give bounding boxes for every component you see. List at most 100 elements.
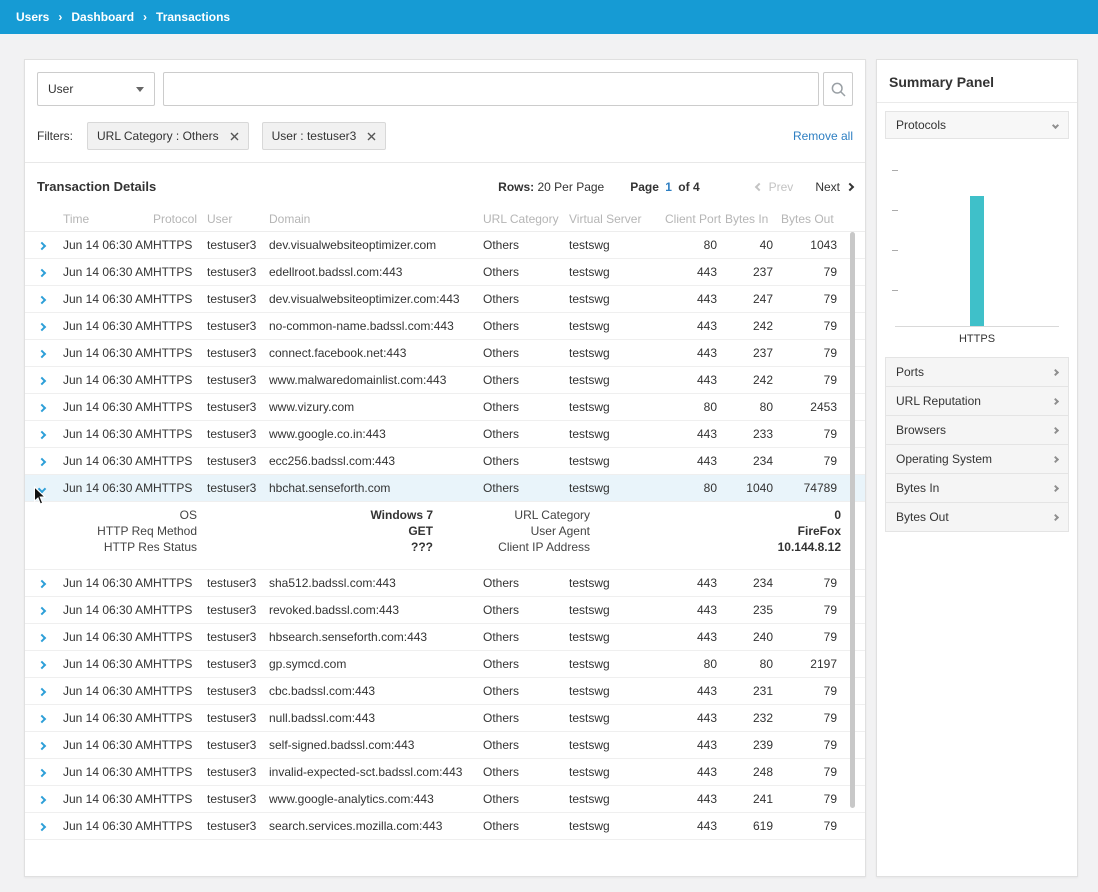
expander-cell [37, 238, 63, 252]
expand-chevron-icon[interactable] [38, 377, 46, 385]
table-row[interactable]: Jun 14 06:30 AM HTTPS testuser3 cbc.bads… [25, 678, 865, 705]
expand-chevron-icon[interactable] [38, 404, 46, 412]
table-row[interactable]: Jun 14 06:30 AM HTTPS testuser3 www.malw… [25, 367, 865, 394]
cell-time: Jun 14 06:30 AM [63, 292, 153, 306]
accordion-section[interactable]: Bytes In [886, 474, 1068, 503]
expand-chevron-icon[interactable] [38, 458, 46, 466]
cell-user: testuser3 [207, 603, 269, 617]
breadcrumb-item-dashboard[interactable]: Dashboard [71, 10, 134, 24]
table-row[interactable]: Jun 14 06:30 AM HTTPS testuser3 hbsearch… [25, 624, 865, 651]
cell-bytes-out: 79 [781, 765, 845, 779]
table-row[interactable]: Jun 14 06:30 AM HTTPS testuser3 search.s… [25, 813, 865, 840]
search-field-selector[interactable]: User [37, 72, 155, 106]
remove-filter-button[interactable] [367, 132, 376, 141]
expand-chevron-icon[interactable] [38, 715, 46, 723]
expand-chevron-icon[interactable] [38, 485, 46, 493]
table-row[interactable]: Jun 14 06:30 AM HTTPS testuser3 ecc256.b… [25, 448, 865, 475]
next-page-button[interactable]: Next [815, 180, 853, 194]
cell-time: Jun 14 06:30 AM [63, 576, 153, 590]
table-row[interactable]: Jun 14 06:30 AM HTTPS testuser3 null.bad… [25, 705, 865, 732]
expander-cell [37, 738, 63, 752]
cell-bytes-in: 240 [725, 630, 781, 644]
breadcrumb-item-transactions[interactable]: Transactions [156, 10, 230, 24]
cell-user: testuser3 [207, 292, 269, 306]
breadcrumb-item-users[interactable]: Users [16, 10, 49, 24]
table-row[interactable]: Jun 14 06:30 AM HTTPS testuser3 dev.visu… [25, 286, 865, 313]
expand-chevron-icon[interactable] [38, 242, 46, 250]
cell-user: testuser3 [207, 481, 269, 495]
expand-chevron-icon[interactable] [38, 350, 46, 358]
table-row[interactable]: Jun 14 06:30 AM HTTPS testuser3 invalid-… [25, 759, 865, 786]
column-protocol: Protocol [153, 212, 207, 226]
cell-client-port: 80 [665, 238, 725, 252]
accordion-section[interactable]: Browsers [886, 416, 1068, 445]
table-row[interactable]: Jun 14 06:30 AM HTTPS testuser3 gp.symcd… [25, 651, 865, 678]
chevron-right-icon [846, 182, 854, 190]
cell-virtual-server: testswg [569, 238, 665, 252]
table-row[interactable]: Jun 14 06:30 AM HTTPS testuser3 hbchat.s… [25, 475, 865, 502]
table-row[interactable]: Jun 14 06:30 AM HTTPS testuser3 dev.visu… [25, 232, 865, 259]
table-row[interactable]: Jun 14 06:30 AM HTTPS testuser3 no-commo… [25, 313, 865, 340]
protocols-bar[interactable] [970, 196, 984, 326]
column-time: Time [63, 212, 153, 226]
page-label: Page [630, 180, 659, 194]
cell-user: testuser3 [207, 792, 269, 806]
table-row[interactable]: Jun 14 06:30 AM HTTPS testuser3 sha512.b… [25, 570, 865, 597]
filters-bar: Filters: URL Category : Others User : te… [25, 114, 865, 163]
expand-chevron-icon[interactable] [38, 796, 46, 804]
expand-chevron-icon[interactable] [38, 769, 46, 777]
accordion-section[interactable]: Operating System [886, 445, 1068, 474]
accordion-section[interactable]: Ports [886, 358, 1068, 387]
search-button[interactable] [823, 72, 853, 106]
expand-chevron-icon[interactable] [38, 323, 46, 331]
cell-bytes-out: 1043 [781, 238, 845, 252]
expander-cell [37, 657, 63, 671]
y-axis-tick [892, 290, 898, 291]
vertical-scrollbar[interactable] [850, 232, 855, 808]
expand-chevron-icon[interactable] [38, 431, 46, 439]
expander-cell [37, 481, 63, 495]
accordion-protocols[interactable]: Protocols [885, 111, 1069, 139]
cell-virtual-server: testswg [569, 819, 665, 833]
expand-chevron-icon[interactable] [38, 742, 46, 750]
cell-domain: invalid-expected-sct.badssl.com:443 [269, 765, 483, 779]
cell-url-category: Others [483, 630, 569, 644]
cell-bytes-out: 2197 [781, 657, 845, 671]
table-row[interactable]: Jun 14 06:30 AM HTTPS testuser3 edellroo… [25, 259, 865, 286]
expand-chevron-icon[interactable] [38, 269, 46, 277]
prev-page-button[interactable]: Prev [756, 180, 794, 194]
accordion-section[interactable]: Bytes Out [886, 503, 1068, 532]
search-input[interactable] [163, 72, 819, 106]
rows-per-page[interactable]: Rows: 20 Per Page [498, 180, 604, 194]
expand-chevron-icon[interactable] [38, 634, 46, 642]
expand-chevron-icon[interactable] [38, 823, 46, 831]
cell-time: Jun 14 06:30 AM [63, 603, 153, 617]
table-row[interactable]: Jun 14 06:30 AM HTTPS testuser3 revoked.… [25, 597, 865, 624]
cell-url-category: Others [483, 603, 569, 617]
expander-cell [37, 400, 63, 414]
accordion-section-label: URL Reputation [896, 394, 981, 408]
cell-protocol: HTTPS [153, 454, 207, 468]
remove-all-filters-link[interactable]: Remove all [793, 129, 853, 143]
expand-chevron-icon[interactable] [38, 296, 46, 304]
expand-chevron-icon[interactable] [38, 580, 46, 588]
table-row[interactable]: Jun 14 06:30 AM HTTPS testuser3 www.vizu… [25, 394, 865, 421]
cell-protocol: HTTPS [153, 792, 207, 806]
remove-filter-button[interactable] [230, 132, 239, 141]
expand-chevron-icon[interactable] [38, 607, 46, 615]
current-page-number[interactable]: 1 [665, 180, 672, 194]
cell-user: testuser3 [207, 819, 269, 833]
cell-url-category: Others [483, 319, 569, 333]
cell-bytes-in: 248 [725, 765, 781, 779]
table-row[interactable]: Jun 14 06:30 AM HTTPS testuser3 www.goog… [25, 786, 865, 813]
cell-bytes-in: 619 [725, 819, 781, 833]
cell-virtual-server: testswg [569, 427, 665, 441]
table-row[interactable]: Jun 14 06:30 AM HTTPS testuser3 self-sig… [25, 732, 865, 759]
cell-url-category: Others [483, 684, 569, 698]
table-row[interactable]: Jun 14 06:30 AM HTTPS testuser3 connect.… [25, 340, 865, 367]
expand-chevron-icon[interactable] [38, 661, 46, 669]
table-row[interactable]: Jun 14 06:30 AM HTTPS testuser3 www.goog… [25, 421, 865, 448]
cell-domain: search.services.mozilla.com:443 [269, 819, 483, 833]
expand-chevron-icon[interactable] [38, 688, 46, 696]
accordion-section[interactable]: URL Reputation [886, 387, 1068, 416]
